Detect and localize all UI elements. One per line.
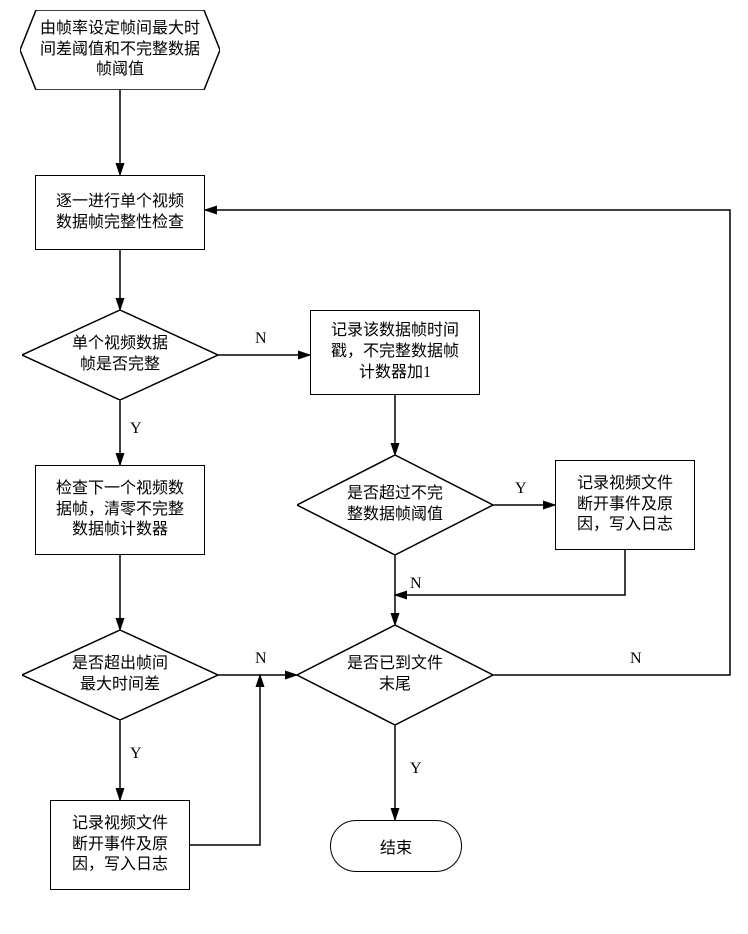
diamond-eof-text: 是否已到文件 末尾 (347, 654, 443, 696)
label-y1: Y (130, 420, 142, 438)
diamond-complete-text: 单个视频数据 帧是否完整 (72, 334, 168, 376)
diamond-maxdiff: 是否超出帧间 最大时间差 (22, 630, 218, 720)
label-n3: N (255, 650, 267, 668)
log-right-box: 记录视频文件 断开事件及原 因，写入日志 (555, 460, 695, 550)
diamond-complete: 单个视频数据 帧是否完整 (22, 310, 218, 400)
log-right-text: 记录视频文件 断开事件及原 因，写入日志 (577, 474, 673, 536)
label-n1: N (255, 330, 267, 348)
log-left-text: 记录视频文件 断开事件及原 因，写入日志 (72, 814, 168, 876)
diamond-incomplete-thr: 是否超过不完 整数据帧阈值 (297, 455, 493, 555)
check-each-box: 逐一进行单个视频 数据帧完整性检查 (35, 175, 205, 250)
log-left-box: 记录视频文件 断开事件及原 因，写入日志 (50, 800, 190, 890)
label-n2: N (410, 575, 422, 593)
record-ts-box: 记录该数据帧时间 戳，不完整数据帧 计数器加1 (310, 310, 480, 395)
check-next-box: 检查下一个视频数 据帧，清零不完整 数据帧计数器 (35, 465, 205, 555)
record-ts-text: 记录该数据帧时间 戳，不完整数据帧 计数器加1 (331, 321, 459, 383)
check-each-text: 逐一进行单个视频 数据帧完整性检查 (56, 192, 184, 234)
diamond-incomplete-thr-text: 是否超过不完 整数据帧阈值 (347, 484, 443, 526)
label-y3: Y (130, 745, 142, 763)
diamond-maxdiff-text: 是否超出帧间 最大时间差 (72, 654, 168, 696)
end-text: 结束 (380, 834, 412, 858)
label-y4: Y (410, 760, 422, 778)
label-y2: Y (515, 480, 527, 498)
diamond-eof: 是否已到文件 末尾 (297, 625, 493, 725)
start-text: 由帧率设定帧间最大时 间差阈值和不完整数据 帧阈值 (40, 19, 200, 81)
check-next-text: 检查下一个视频数 据帧，清零不完整 数据帧计数器 (56, 479, 184, 541)
end-terminator: 结束 (330, 820, 462, 872)
label-n4: N (630, 650, 642, 668)
start-hexagon: 由帧率设定帧间最大时 间差阈值和不完整数据 帧阈值 (20, 10, 220, 90)
